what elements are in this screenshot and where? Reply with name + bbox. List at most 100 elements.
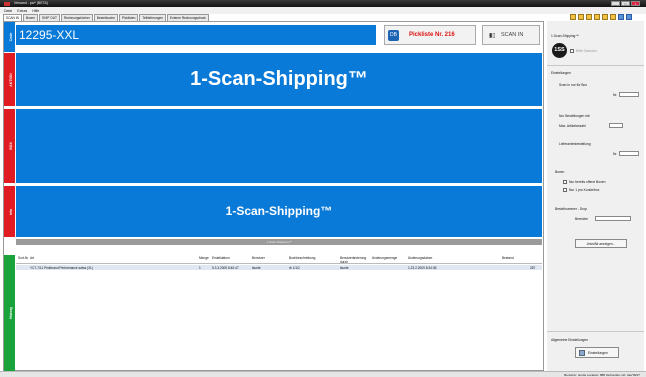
side-label-info: Info bbox=[4, 186, 15, 237]
tab-ship-out[interactable]: SHIP OUT bbox=[38, 14, 60, 21]
col-benutzer[interactable]: Benutzer bbox=[252, 256, 265, 260]
scan-in-button[interactable]: ▮▯ SCAN IN bbox=[482, 25, 540, 45]
one-per-customer-label: Nur 1 pro Kunde/box bbox=[569, 188, 600, 192]
minimize-button[interactable]: _ bbox=[611, 1, 620, 6]
window-title: Versand - pw* (BETA) bbox=[14, 1, 48, 5]
tab-strip: SCAN IN Boxen SHIP OUT Rechnungsbücher B… bbox=[3, 14, 210, 21]
status-text: Benutzer: tsunte Location: 888 Verbunden… bbox=[564, 373, 640, 377]
aktion-panel: 1-Scan-Shipping™ bbox=[16, 53, 542, 106]
col-aenderungsdatum[interactable]: Änderungsdatum bbox=[408, 256, 432, 260]
show-button[interactable]: Jetzt/Alt anzeigen... bbox=[575, 239, 627, 248]
settings-button-label: Einstellungen bbox=[588, 351, 608, 355]
open-boxes-label: Nur bereits offene Boxen bbox=[569, 180, 606, 184]
divider bbox=[547, 65, 644, 66]
close-button[interactable]: × bbox=[631, 1, 640, 6]
one-per-customer-checkbox[interactable] bbox=[563, 188, 567, 192]
col-aenderungsmenge[interactable]: Änderungsmenge bbox=[372, 256, 397, 260]
truck-icon[interactable] bbox=[610, 14, 616, 20]
col-bestand[interactable]: Bestand bbox=[502, 256, 514, 260]
col-menge[interactable]: Menge bbox=[199, 256, 209, 260]
tab-picklisten[interactable]: Picklisten bbox=[118, 14, 139, 21]
settings-gear-icon bbox=[579, 350, 585, 356]
database-icon: DB bbox=[388, 30, 399, 41]
document-icon[interactable] bbox=[594, 14, 600, 20]
box-icon[interactable] bbox=[578, 14, 584, 20]
cell-aenderungsdatum: 1.23.2.2009 8:34:36 bbox=[408, 265, 437, 270]
barcode-scanner-icon: ▮▯ bbox=[489, 33, 496, 39]
tab-rechnungsbuecher[interactable]: Rechnungsbücher bbox=[60, 14, 93, 21]
maximize-button[interactable]: □ bbox=[621, 1, 630, 6]
side-label-history: History bbox=[4, 255, 15, 371]
menu-datei[interactable]: Datei bbox=[4, 9, 12, 13]
general-settings-heading: Allgemeine Einstellungen bbox=[551, 338, 589, 342]
help-icon[interactable] bbox=[626, 14, 632, 20]
cell-bestand: 287 bbox=[530, 265, 536, 270]
ordner-heading: Bestellnummer - Drop bbox=[555, 207, 588, 211]
menu-hilfe[interactable]: Hilfe bbox=[32, 9, 39, 13]
scan-row: 12295-XXL DB Pickliste Nr. 216 ▮▯ SCAN I… bbox=[16, 25, 542, 45]
pilot-checkbox[interactable] bbox=[570, 49, 574, 53]
table-row[interactable]: YC7-7/11 Pinkbrand Performance swiss (XL… bbox=[16, 265, 542, 270]
tab-scan-in[interactable]: SCAN IN bbox=[3, 14, 22, 21]
print-icon[interactable] bbox=[586, 14, 592, 20]
pilot-label: Bitte Scannen bbox=[576, 49, 597, 53]
box-nr-input[interactable] bbox=[619, 92, 639, 97]
menu-extras[interactable]: Extras bbox=[17, 9, 27, 13]
tab-teillieferungen[interactable]: Teillieferungen bbox=[139, 14, 166, 21]
bereiche-label: Bereiche bbox=[575, 217, 589, 221]
scan-in-pane: Code AKTION BOX Info History 12295-XXL D… bbox=[3, 21, 544, 371]
anzahl-label: Max. Artikelanzahl bbox=[559, 124, 586, 128]
history-table: Sort-Nr Art Menge Erstelldatum Benutzer … bbox=[16, 255, 542, 371]
side-label-code: Code bbox=[4, 22, 15, 52]
col-benutzeraenderung[interactable]: Benutzeränderung durch bbox=[340, 256, 370, 264]
picklist-button[interactable]: DB Pickliste Nr. 216 bbox=[384, 25, 476, 45]
side-label-box: BOX bbox=[4, 109, 15, 183]
tab-externe-rechnungsdruck[interactable]: Externe Rechnungsdruck bbox=[166, 14, 209, 21]
open-boxes-checkbox[interactable] bbox=[563, 180, 567, 184]
lieferant-nr-input[interactable] bbox=[619, 151, 639, 156]
settings-panel: 1-Scan-Shipping™ 1SS Bitte Scannen Einst… bbox=[547, 21, 644, 371]
scan-input[interactable]: 12295-XXL bbox=[16, 25, 376, 45]
lieferant-heading: Lieferantenbestellung bbox=[559, 142, 591, 146]
section-title: 1-Scan-Shipping™ bbox=[551, 34, 579, 38]
cell-erstelldatum: 5.3.3.2009 8:40:47 bbox=[212, 265, 239, 270]
title-bar: Versand - pw* (BETA) _ □ × bbox=[0, 0, 646, 7]
status-strip: 1-Scan-Shipping™ bbox=[16, 239, 542, 245]
scan-only-label: Scan in nur für Box bbox=[559, 83, 588, 87]
info-panel: 1-Scan-Shipping™ bbox=[16, 186, 542, 237]
1ss-logo: 1SS bbox=[552, 43, 567, 58]
toolbar bbox=[570, 14, 632, 20]
app-icon bbox=[4, 1, 10, 6]
cell-benutzeraenderung: tsunte bbox=[340, 265, 349, 270]
boxen-heading: Boxen bbox=[555, 170, 565, 174]
settings-heading: Einstellungen bbox=[551, 71, 571, 75]
cell-art: YC7-7/11 Pinkbrand Performance swiss (XL… bbox=[30, 265, 94, 270]
cell-buchbeschreibung: rb 1/1/2 bbox=[289, 265, 300, 270]
picklist-label: Pickliste Nr. 216 bbox=[409, 32, 455, 38]
bereiche-input[interactable] bbox=[595, 216, 631, 221]
cell-menge: 1 bbox=[199, 265, 201, 270]
user-icon[interactable] bbox=[618, 14, 624, 20]
anzahl-input[interactable] bbox=[609, 123, 623, 128]
col-erstelldatum[interactable]: Erstelldatum bbox=[212, 256, 230, 260]
package-icon[interactable] bbox=[602, 14, 608, 20]
tab-boxen[interactable]: Boxen bbox=[22, 14, 38, 21]
col-art[interactable]: Art bbox=[30, 256, 34, 260]
history-header: Sort-Nr Art Menge Erstelldatum Benutzer … bbox=[16, 255, 542, 264]
menu-bar: Datei Extras Hilfe bbox=[0, 7, 646, 14]
status-bar: Benutzer: tsunte Location: 888 Verbunden… bbox=[0, 371, 646, 377]
lieferant-nr-label: Nr. bbox=[613, 152, 618, 156]
divider bbox=[547, 331, 644, 332]
tab-bestellsuche[interactable]: Bestellsuche bbox=[93, 14, 118, 21]
cell-benutzer: tsunte bbox=[252, 265, 261, 270]
scan-in-label: SCAN IN bbox=[501, 32, 524, 38]
col-sort-nr[interactable]: Sort-Nr bbox=[18, 256, 28, 260]
box-panel bbox=[16, 109, 542, 183]
window-controls: _ □ × bbox=[611, 1, 640, 6]
nr-label: Nr. bbox=[613, 93, 618, 97]
side-label-aktion: AKTION bbox=[4, 53, 15, 106]
bestellungen-heading: Nur Bestellungen mit bbox=[559, 114, 590, 118]
settings-button[interactable]: Einstellungen bbox=[575, 347, 619, 358]
col-buchbeschreibung[interactable]: Buchbeschreibung bbox=[289, 256, 315, 260]
folder-icon[interactable] bbox=[570, 14, 576, 20]
